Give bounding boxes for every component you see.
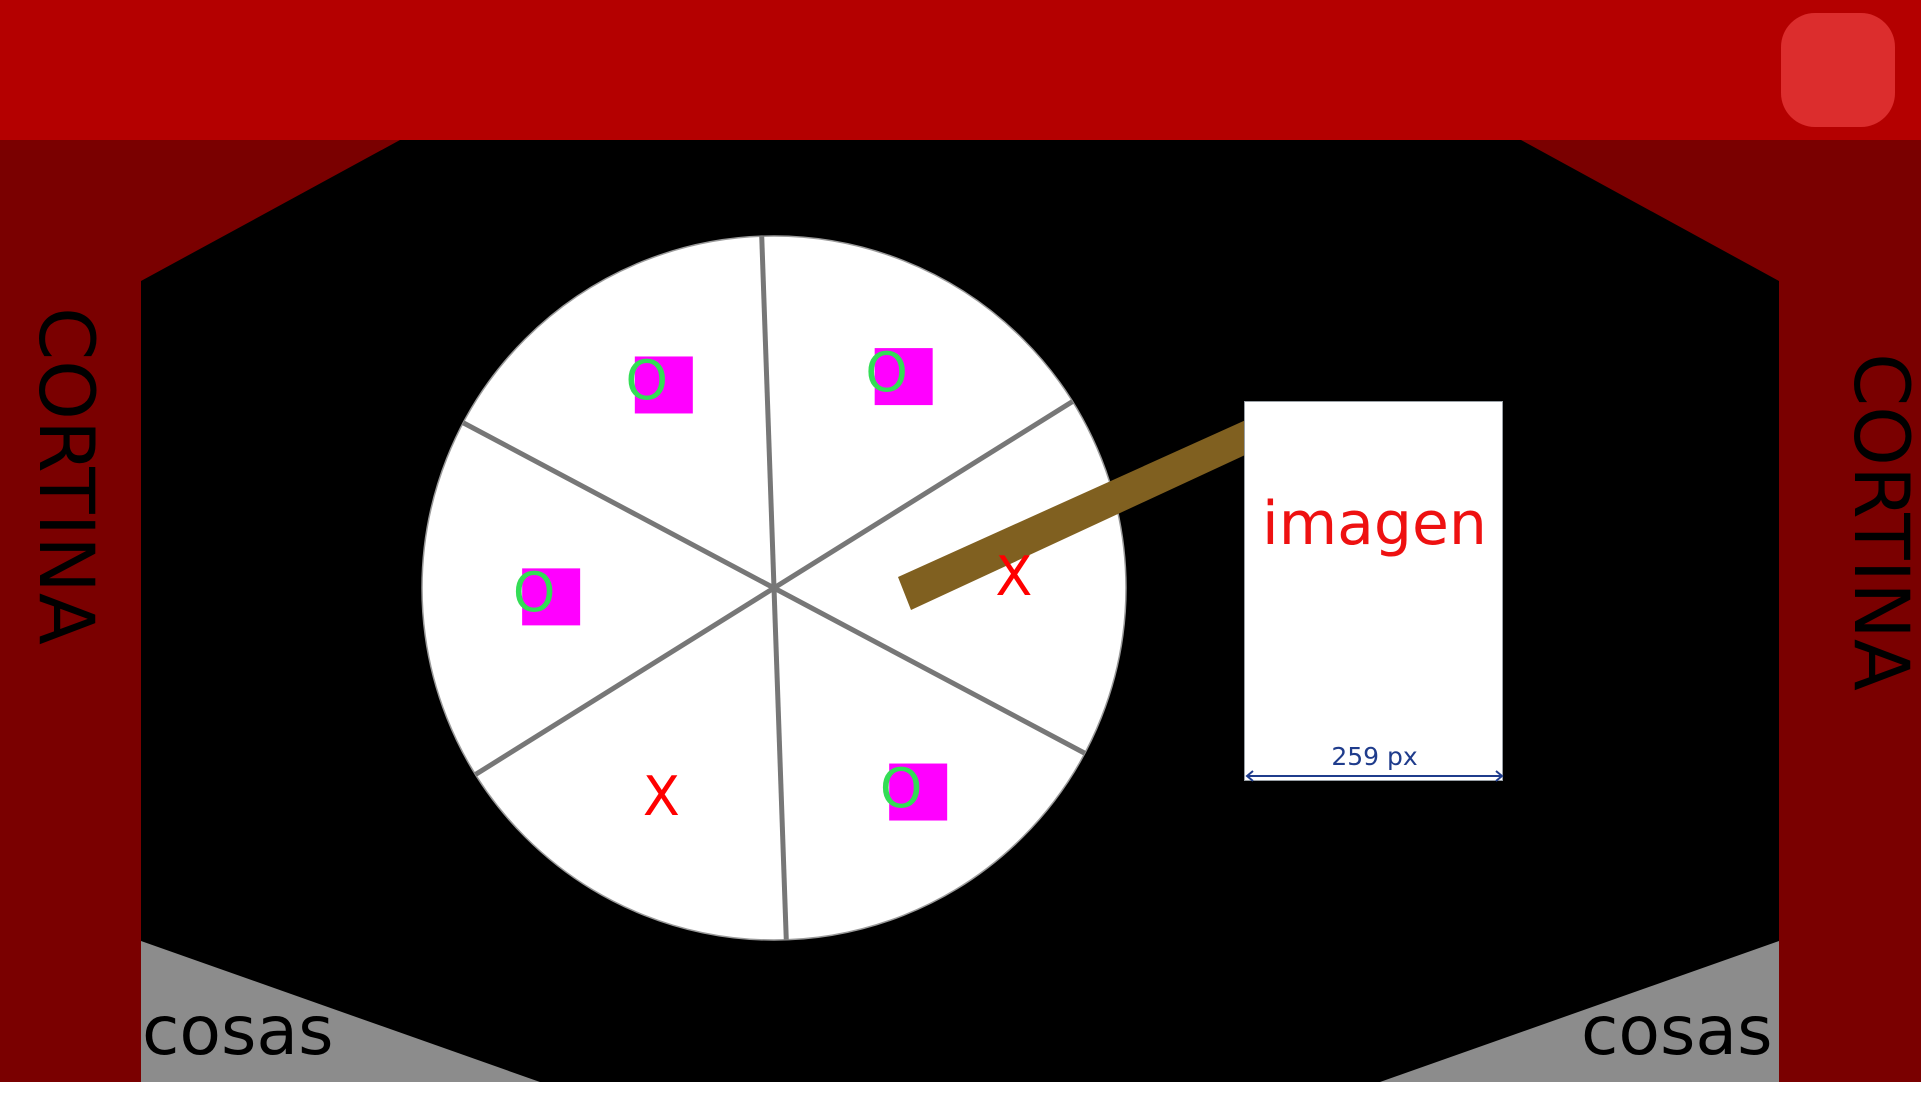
o-mark: O	[512, 561, 556, 625]
top-bar	[0, 0, 1921, 140]
width-dimension-arrow	[1245, 770, 1504, 782]
o-mark: O	[879, 756, 923, 820]
o-mark: O	[625, 349, 669, 413]
cosas-left-label: cosas	[142, 992, 334, 1071]
bottom-strip	[0, 1082, 1921, 1094]
menu-button[interactable]	[1781, 13, 1895, 127]
cosas-right-label: cosas	[1581, 992, 1773, 1071]
stage-scene	[0, 140, 1921, 1094]
o-mark: O	[865, 341, 908, 405]
x-mark: X	[995, 544, 1033, 608]
image-width-label: 259 px	[1331, 742, 1418, 771]
x-mark: X	[642, 764, 680, 828]
image-card[interactable]: imagen 259 px	[1244, 401, 1504, 782]
curtain-left-label: CORTINA	[22, 307, 111, 645]
image-placeholder-text: imagen	[1262, 489, 1487, 559]
curtain-right-label: CORTINA	[1837, 353, 1921, 691]
